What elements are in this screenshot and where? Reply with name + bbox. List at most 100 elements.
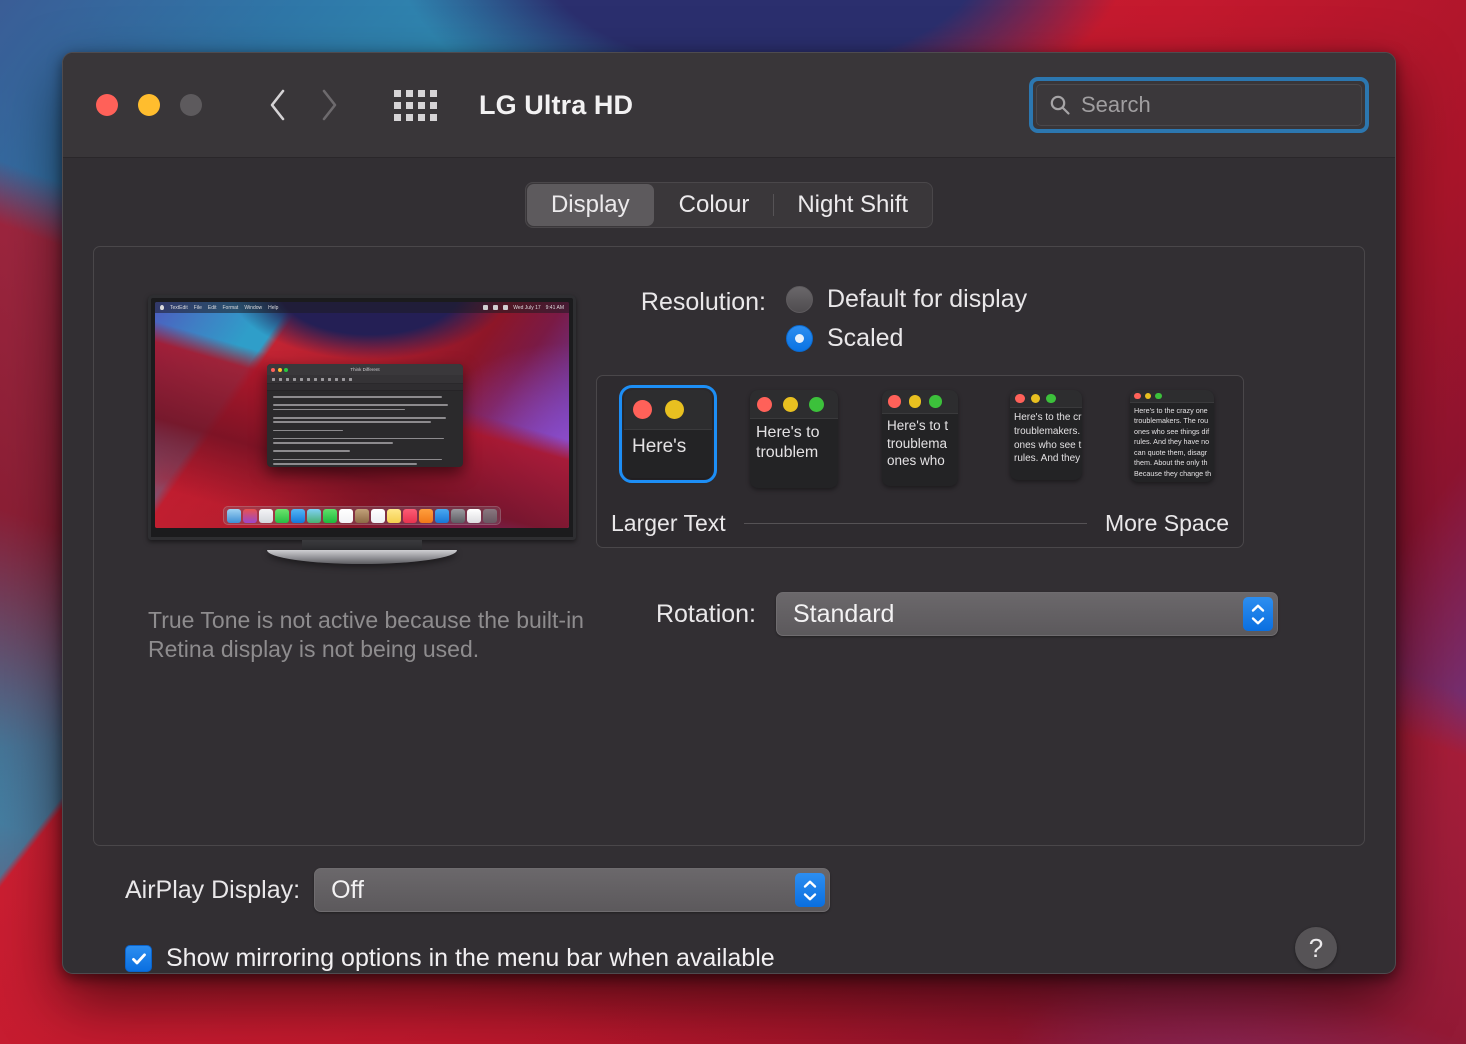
airplay-row: AirPlay Display: Off [125, 868, 1335, 912]
siri-icon [503, 305, 509, 310]
preview-document-body [267, 391, 463, 467]
help-button[interactable]: ? [1295, 927, 1337, 969]
resolution-radio-group: Default for display Scaled [786, 285, 1027, 353]
radio-default-label: Default for display [827, 285, 1028, 313]
preview-menubar-format: Format [222, 304, 239, 311]
minimize-button[interactable] [138, 94, 160, 116]
dock-icon-mail [291, 508, 305, 523]
rotation-row: Rotation: Standard [596, 592, 1342, 636]
scale-label-more-space: More Space [1104, 510, 1229, 536]
dock-icon-contacts [355, 508, 369, 523]
scale-picker-footer: Larger Text More Space [609, 510, 1231, 537]
show-all-grid-icon[interactable] [394, 89, 437, 121]
scale-thumbnail-4[interactable]: Here's to the cr troublemakers. ones who… [1010, 390, 1082, 480]
scale-track[interactable] [743, 523, 1087, 524]
back-chevron-icon[interactable] [264, 85, 292, 125]
scale-thumb-5-titlebar [1130, 390, 1214, 403]
dock-icon-textedit [467, 508, 481, 523]
preview-textedit-window: Think Different [267, 364, 463, 467]
scale-thumb-3-titlebar [882, 390, 958, 414]
display-settings-panel: TextEdit File Edit Format Window Help We… [93, 246, 1365, 846]
navigation-buttons [264, 85, 342, 125]
preview-toolbar [267, 375, 463, 384]
airplay-popup-button[interactable]: Off [314, 868, 831, 912]
preview-menubar-edit: Edit [207, 304, 217, 311]
dock-icon-music [403, 508, 417, 523]
forward-chevron-icon[interactable] [314, 85, 342, 125]
radio-scaled[interactable] [786, 325, 813, 352]
scale-thumbnails: Here's Here's to troublem Here's to t tr… [609, 384, 1231, 502]
mirroring-checkbox-row[interactable]: Show mirroring options in the menu bar w… [125, 944, 1335, 973]
monitor-bezel: TextEdit File Edit Format Window Help We… [148, 295, 576, 540]
scale-thumbnail-2[interactable]: Here's to troublem [750, 390, 838, 488]
true-tone-note: True Tone is not active because the buil… [148, 607, 584, 663]
scale-thumb-1-titlebar [624, 390, 712, 430]
traffic-light-buttons [96, 94, 202, 116]
control-centre-icon [483, 305, 489, 310]
dock-icon-calendar [339, 508, 353, 523]
radio-scaled-label: Scaled [827, 324, 904, 352]
preview-menubar-status: Wed July 17 9:41 AM [483, 305, 564, 311]
scale-thumb-4-titlebar [1010, 390, 1082, 408]
dock-icon-reminders [371, 508, 385, 523]
spotlight-icon [493, 305, 499, 310]
dock-icon-notes [387, 508, 401, 523]
tab-display[interactable]: Display [526, 184, 654, 226]
preferences-body: Display Colour Night Shift TextEdit File… [63, 158, 1395, 973]
rotation-label: Rotation: [655, 599, 756, 628]
scale-label-larger-text: Larger Text [611, 510, 726, 536]
window-title: LG Ultra HD [479, 89, 634, 120]
scale-picker: Here's Here's to troublem Here's to t tr… [596, 375, 1244, 548]
monitor-screen: TextEdit File Edit Format Window Help We… [155, 302, 569, 528]
mirroring-label: Show mirroring options in the menu bar w… [166, 944, 775, 972]
resolution-option-scaled[interactable]: Scaled [786, 324, 1027, 353]
preview-menubar-window: Window [244, 304, 263, 311]
preview-menubar-time: 9:41 AM [545, 304, 564, 311]
tab-night-shift[interactable]: Night Shift [773, 183, 932, 227]
apple-menu-icon [160, 305, 164, 310]
dock-icon-facetime [323, 508, 337, 523]
radio-default-for-display[interactable] [786, 286, 813, 313]
scale-slot-5: Here's to the crazy one troublemakers. T… [1113, 390, 1231, 482]
dock-icon-safari [259, 508, 273, 523]
resolution-label: Resolution: [640, 288, 766, 316]
resolution-row: Resolution: Default for display Scaled [596, 285, 1342, 353]
scale-thumb-5-text: Here's to the crazy one troublemakers. T… [1134, 406, 1212, 478]
tabbar-row: Display Colour Night Shift [93, 182, 1365, 228]
mirroring-checkbox[interactable] [125, 945, 152, 972]
airplay-value: Off [331, 875, 364, 904]
zoom-button[interactable] [180, 94, 202, 116]
checkmark-icon [131, 952, 146, 964]
preview-menubar: TextEdit File Edit Format Window Help We… [155, 302, 569, 313]
search-icon [1050, 95, 1070, 115]
rotation-popup-button[interactable]: Standard [776, 592, 1278, 636]
scale-slot-1: Here's [609, 384, 727, 484]
preview-window-titlebar: Think Different [267, 364, 463, 375]
scale-thumb-3-text: Here's to t troublema ones who [887, 418, 949, 469]
scale-thumbnail-1[interactable]: Here's [618, 384, 718, 484]
monitor-preview: TextEdit File Edit Format Window Help We… [148, 295, 576, 564]
preview-dock [223, 506, 501, 525]
window-titlebar: LG Ultra HD [63, 53, 1395, 158]
system-preferences-window: LG Ultra HD Display Colour Night Shift [62, 52, 1396, 974]
close-button[interactable] [96, 94, 118, 116]
rotation-stepper-icon[interactable] [1243, 597, 1273, 631]
preview-ruler [267, 384, 463, 391]
scale-thumb-1-text: Here's [632, 436, 687, 457]
window-footer: AirPlay Display: Off Show mirroring opti… [93, 846, 1365, 973]
scale-slot-2: Here's to troublem [735, 390, 853, 488]
tab-colour[interactable]: Colour [655, 183, 774, 227]
tabbar: Display Colour Night Shift [524, 182, 934, 228]
scale-thumbnail-3[interactable]: Here's to t troublema ones who [882, 390, 958, 486]
scale-thumbnail-5[interactable]: Here's to the crazy one troublemakers. T… [1130, 390, 1214, 482]
search-input[interactable] [1081, 92, 1349, 118]
preview-menubar-help: Help [268, 304, 279, 311]
scale-thumb-2-text: Here's to troublem [756, 424, 820, 461]
rotation-value: Standard [793, 599, 895, 628]
resolution-option-default[interactable]: Default for display [786, 285, 1027, 314]
dock-icon-maps [307, 508, 321, 523]
search-field[interactable] [1036, 84, 1362, 126]
preview-menubar-date: Wed July 17 [513, 304, 541, 311]
airplay-stepper-icon[interactable] [795, 873, 826, 907]
monitor-stand [302, 540, 422, 550]
